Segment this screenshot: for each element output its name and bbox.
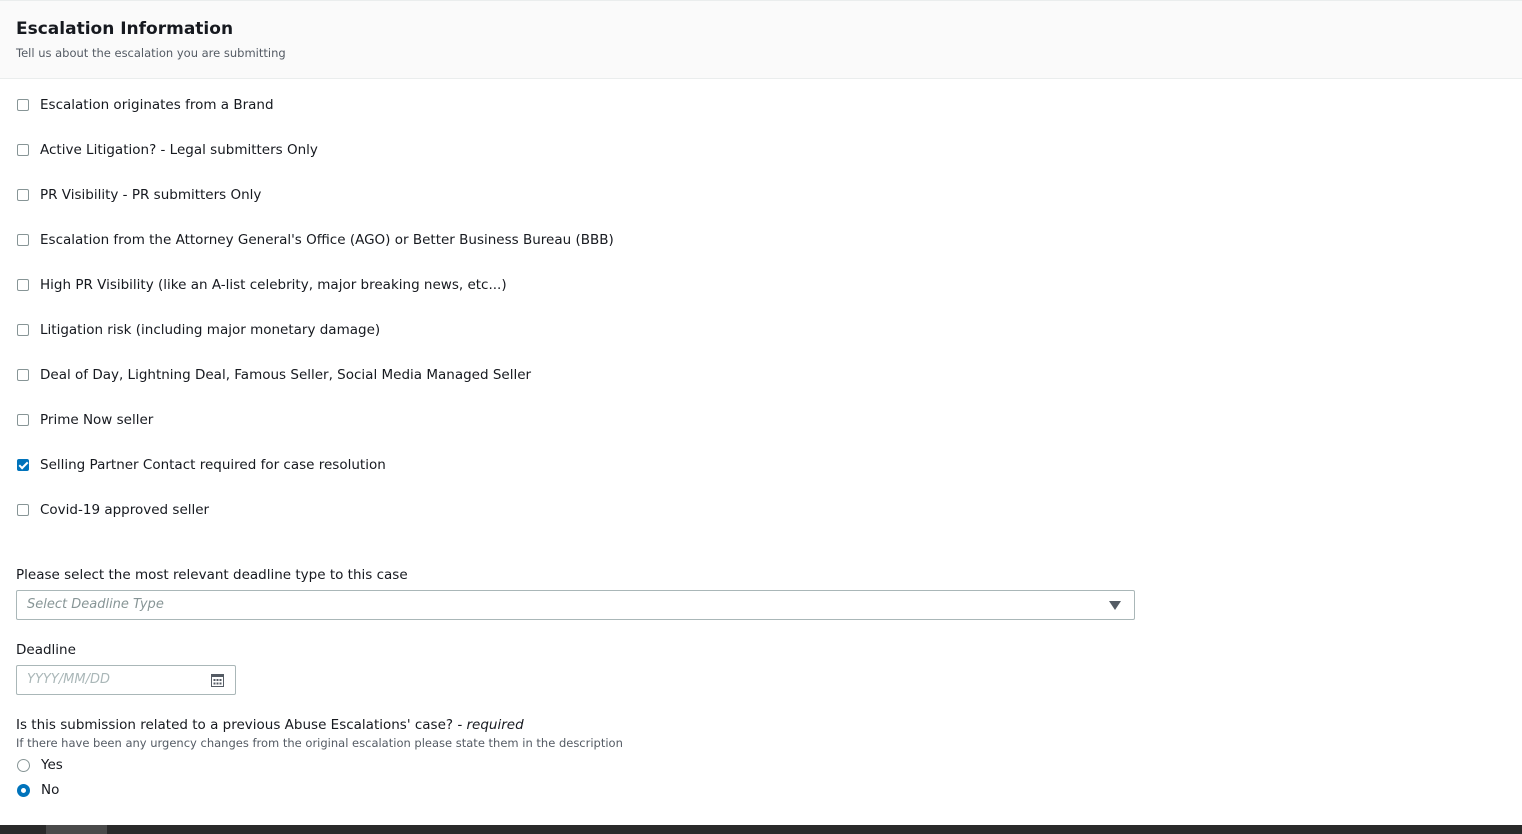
deadline-type-label: Please select the most relevant deadline… — [16, 567, 408, 583]
checkbox-deal-of-day[interactable]: Deal of Day, Lightning Deal, Famous Sell… — [16, 365, 531, 385]
checkbox-label: High PR Visibility (like an A-list celeb… — [40, 277, 507, 293]
radio-option-no[interactable]: No — [16, 780, 59, 800]
checkbox-icon[interactable] — [17, 324, 29, 336]
panel-subtitle: Tell us about the escalation you are sub… — [16, 46, 286, 60]
radio-selected-icon[interactable] — [17, 783, 30, 797]
checkbox-icon[interactable] — [17, 414, 29, 426]
checkbox-icon[interactable] — [17, 144, 29, 156]
checkbox-label: PR Visibility - PR submitters Only — [40, 187, 262, 203]
deadline-date-input[interactable]: YYYY/MM/DD — [16, 665, 236, 695]
deadline-label: Deadline — [16, 642, 76, 658]
checkbox-icon[interactable] — [17, 504, 29, 516]
caret-down-icon[interactable] — [1109, 601, 1121, 610]
bottom-taskbar — [0, 825, 1522, 834]
deadline-type-placeholder: Select Deadline Type — [27, 597, 164, 612]
required-indicator: - required — [457, 717, 524, 733]
checkbox-high-pr-visibility[interactable]: High PR Visibility (like an A-list celeb… — [16, 275, 507, 295]
deadline-type-select[interactable]: Select Deadline Type — [16, 590, 1135, 620]
checkbox-icon[interactable] — [17, 234, 29, 246]
radio-unselected-icon[interactable] — [17, 758, 30, 772]
checkbox-label: Escalation from the Attorney General's O… — [40, 232, 614, 248]
checkbox-label: Prime Now seller — [40, 412, 154, 428]
deadline-date-placeholder: YYYY/MM/DD — [27, 672, 110, 687]
checkbox-icon[interactable] — [17, 279, 29, 291]
checkbox-label: Litigation risk (including major monetar… — [40, 322, 381, 338]
checkbox-icon[interactable] — [17, 189, 29, 201]
checkbox-icon[interactable] — [17, 99, 29, 111]
checkbox-label: Selling Partner Contact required for cas… — [40, 457, 386, 473]
checkbox-label: Covid-19 approved seller — [40, 502, 210, 518]
checkbox-litigation-risk[interactable]: Litigation risk (including major monetar… — [16, 320, 380, 340]
checkbox-ago-bbb[interactable]: Escalation from the Attorney General's O… — [16, 230, 614, 250]
checkbox-icon[interactable] — [17, 369, 29, 381]
radio-label-no: No — [41, 782, 60, 798]
radio-label-yes: Yes — [41, 757, 63, 773]
previous-case-label: Is this submission related to a previous… — [16, 717, 524, 733]
previous-case-hint: If there have been any urgency changes f… — [16, 736, 623, 750]
checkbox-checked-icon[interactable] — [17, 459, 29, 471]
checkbox-covid-approved-seller[interactable]: Covid-19 approved seller — [16, 500, 209, 520]
escalation-form-page: Escalation Information Tell us about the… — [0, 0, 1522, 834]
checkbox-brand-origin[interactable]: Escalation originates from a Brand — [16, 95, 274, 115]
checkbox-active-litigation[interactable]: Active Litigation? - Legal submitters On… — [16, 140, 318, 160]
checkbox-label: Active Litigation? - Legal submitters On… — [40, 142, 318, 158]
checkbox-label: Escalation originates from a Brand — [40, 97, 274, 113]
checkbox-prime-now-seller[interactable]: Prime Now seller — [16, 410, 153, 430]
taskbar-tab[interactable] — [46, 825, 107, 834]
calendar-icon[interactable] — [211, 674, 224, 687]
checkbox-label: Deal of Day, Lightning Deal, Famous Sell… — [40, 367, 532, 383]
panel-header: Escalation Information Tell us about the… — [0, 0, 1522, 79]
checkbox-selling-partner-contact[interactable]: Selling Partner Contact required for cas… — [16, 455, 386, 475]
radio-option-yes[interactable]: Yes — [16, 755, 63, 775]
previous-case-question: Is this submission related to a previous… — [16, 717, 454, 733]
checkbox-pr-visibility[interactable]: PR Visibility - PR submitters Only — [16, 185, 261, 205]
panel-title: Escalation Information — [16, 19, 234, 39]
